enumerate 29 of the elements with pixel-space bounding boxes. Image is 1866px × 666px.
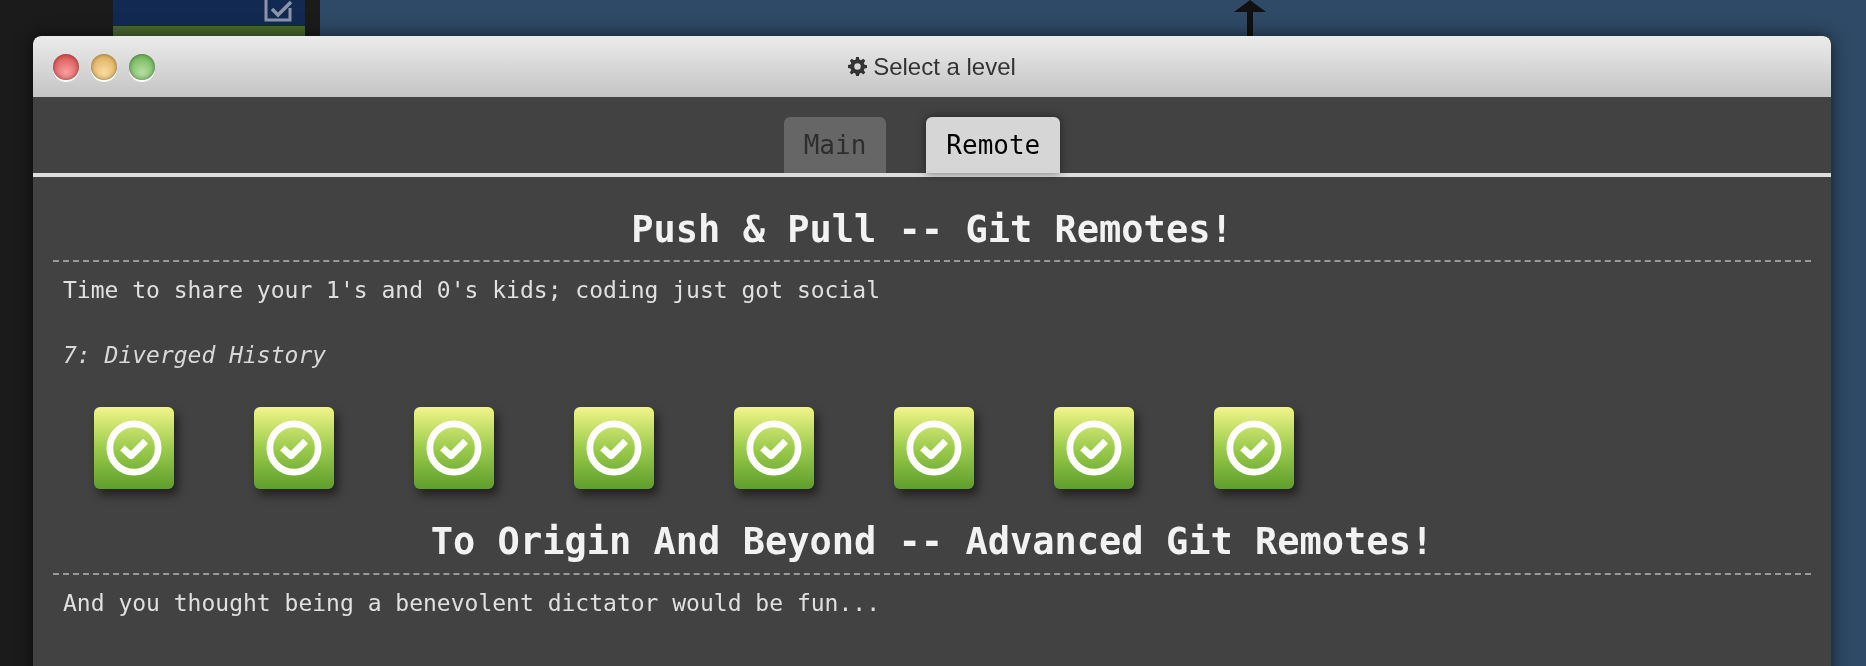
check-circle-icon [745,419,803,478]
window-title: Select a level [873,52,1016,81]
level-button[interactable] [1214,407,1294,490]
section-heading: To Origin And Beyond -- Advanced Git Remotes! [429,520,1435,565]
level-button[interactable] [254,407,334,490]
level-button[interactable] [94,407,174,490]
check-circle-icon [425,419,483,478]
checkbox-icon [263,0,293,24]
check-circle-icon [105,419,163,478]
check-circle-icon [905,419,963,478]
level-button[interactable] [734,407,814,490]
arrow-icon [1232,0,1268,38]
section-description: Time to share your 1's and 0's kids; coding just got social [62,276,881,304]
zoom-button[interactable] [129,53,155,80]
close-button[interactable] [53,53,79,80]
level-button[interactable] [894,407,974,490]
tab[interactable]: Remote [926,117,1061,173]
settings-icon [848,57,868,76]
section-heading: Push & Pull -- Git Remotes! [630,208,1234,253]
check-circle-icon [265,419,323,478]
minimize-button[interactable] [91,53,117,80]
section-description: And you thought being a benevolent dictator would be fun... [62,588,881,616]
level-button[interactable] [1054,407,1134,490]
check-circle-icon [1065,419,1123,478]
level-button[interactable] [574,407,654,490]
level-name: 7: Diverged History [62,341,328,369]
check-circle-icon [1225,419,1283,478]
level-button[interactable] [414,407,494,490]
check-circle-icon [585,419,643,478]
